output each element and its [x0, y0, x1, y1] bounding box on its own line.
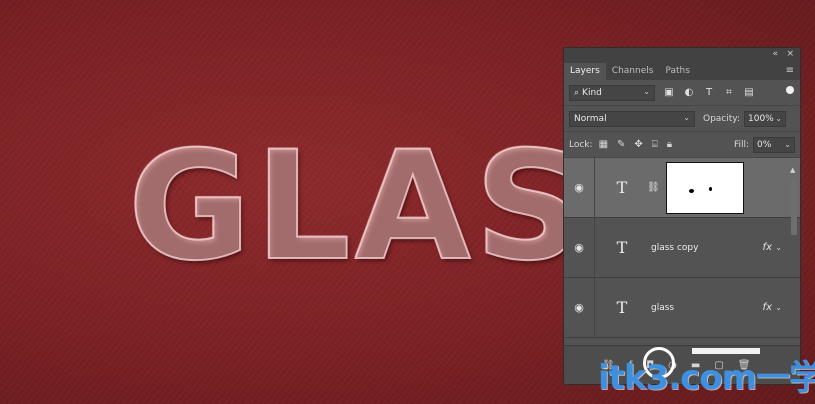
link-icon[interactable]: ⛓ — [647, 182, 660, 193]
layer-name: glass copy — [651, 242, 699, 253]
lock-move-icon[interactable]: ✥ — [634, 139, 642, 151]
eye-icon[interactable]: ◉ — [574, 301, 584, 314]
tab-layers[interactable]: Layers — [564, 63, 606, 80]
opacity-input[interactable]: 100% ⌄ — [744, 110, 786, 127]
chevron-down-icon: ⌄ — [775, 113, 782, 123]
layer-name: glass — [651, 302, 675, 313]
fx-icon[interactable]: fx — [763, 242, 772, 253]
lock-row: Lock: ▦ ✎ ✥ ⌸ 🔒︎ Fill: 0% ⌄ — [564, 132, 800, 158]
panel-tabs: Layers Channels Paths ≡ — [564, 62, 800, 80]
blend-mode-value: Normal — [574, 113, 607, 124]
tab-paths[interactable]: Paths — [659, 63, 695, 80]
fill-input[interactable]: 0% ⌄ — [753, 136, 795, 153]
close-icon[interactable]: × — [786, 49, 794, 59]
layer-row[interactable]: ◉ T ⛓ — [564, 158, 800, 218]
type-layer-thumbnail: T — [616, 178, 628, 197]
filter-kind-value: Kind — [582, 87, 602, 98]
layer-row[interactable]: ◉ T glass copy fx ⌄ — [564, 218, 800, 278]
filter-toggle[interactable] — [786, 86, 794, 94]
blend-mode-dropdown[interactable]: Normal ⌄ — [569, 110, 695, 127]
lock-artboard-icon[interactable]: ⌸ — [652, 139, 658, 151]
panel-titlebar: « × — [564, 48, 800, 62]
filter-kind-dropdown[interactable]: ⌕ Kind ⌄ — [569, 84, 655, 101]
type-filter-icon[interactable]: T — [703, 87, 715, 99]
layer-mask-thumbnail[interactable] — [665, 161, 744, 214]
lock-transparent-icon[interactable]: ▦ — [599, 139, 608, 151]
layers-scrollbar[interactable]: ▲ — [790, 166, 798, 346]
collapse-icon[interactable]: « — [772, 49, 778, 59]
layer-row[interactable]: ◉ T glass fx ⌄ — [564, 278, 800, 338]
chevron-down-icon: ⌄ — [643, 86, 650, 96]
blend-row: Normal ⌄ Opacity: 100% ⌄ — [564, 106, 800, 132]
filter-row: ⌕ Kind ⌄ ▣ ◐ T ⌗ ▤ — [564, 80, 800, 106]
scroll-thumb[interactable] — [791, 180, 797, 235]
smart-object-filter-icon[interactable]: ▤ — [743, 87, 755, 99]
eye-icon[interactable]: ◉ — [574, 181, 584, 194]
tab-channels[interactable]: Channels — [606, 63, 660, 80]
watermark-logo: itk3.com一学课 — [598, 358, 815, 398]
opacity-value: 100% — [748, 113, 774, 124]
lock-brush-icon[interactable]: ✎ — [617, 139, 625, 151]
mask-spot — [688, 188, 694, 193]
type-layer-thumbnail: T — [616, 298, 628, 317]
fill-label: Fill: — [733, 139, 749, 150]
search-icon: ⌕ — [574, 87, 580, 98]
chevron-down-icon: ⌄ — [683, 112, 690, 122]
layers-panel: « × Layers Channels Paths ≡ ⌕ Kind ⌄ ▣ ◐… — [563, 47, 801, 385]
shape-filter-icon[interactable]: ⌗ — [723, 87, 735, 99]
chevron-down-icon[interactable]: ⌄ — [775, 303, 782, 312]
chevron-down-icon[interactable]: ⌄ — [775, 243, 782, 252]
type-layer-thumbnail: T — [616, 238, 628, 257]
lock-all-icon[interactable]: 🔒︎ — [667, 139, 672, 151]
image-filter-icon[interactable]: ▣ — [663, 87, 675, 99]
adjustment-filter-icon[interactable]: ◐ — [683, 87, 695, 99]
chevron-down-icon: ⌄ — [784, 139, 791, 149]
fx-icon[interactable]: fx — [763, 302, 772, 313]
eye-icon[interactable]: ◉ — [574, 241, 584, 254]
lock-label: Lock: — [569, 139, 593, 150]
opacity-label: Opacity: — [703, 113, 740, 124]
mask-spot — [708, 186, 712, 191]
scroll-up-icon[interactable]: ▲ — [790, 166, 795, 174]
panel-menu-icon[interactable]: ≡ — [786, 65, 794, 76]
fill-value: 0% — [757, 139, 772, 150]
